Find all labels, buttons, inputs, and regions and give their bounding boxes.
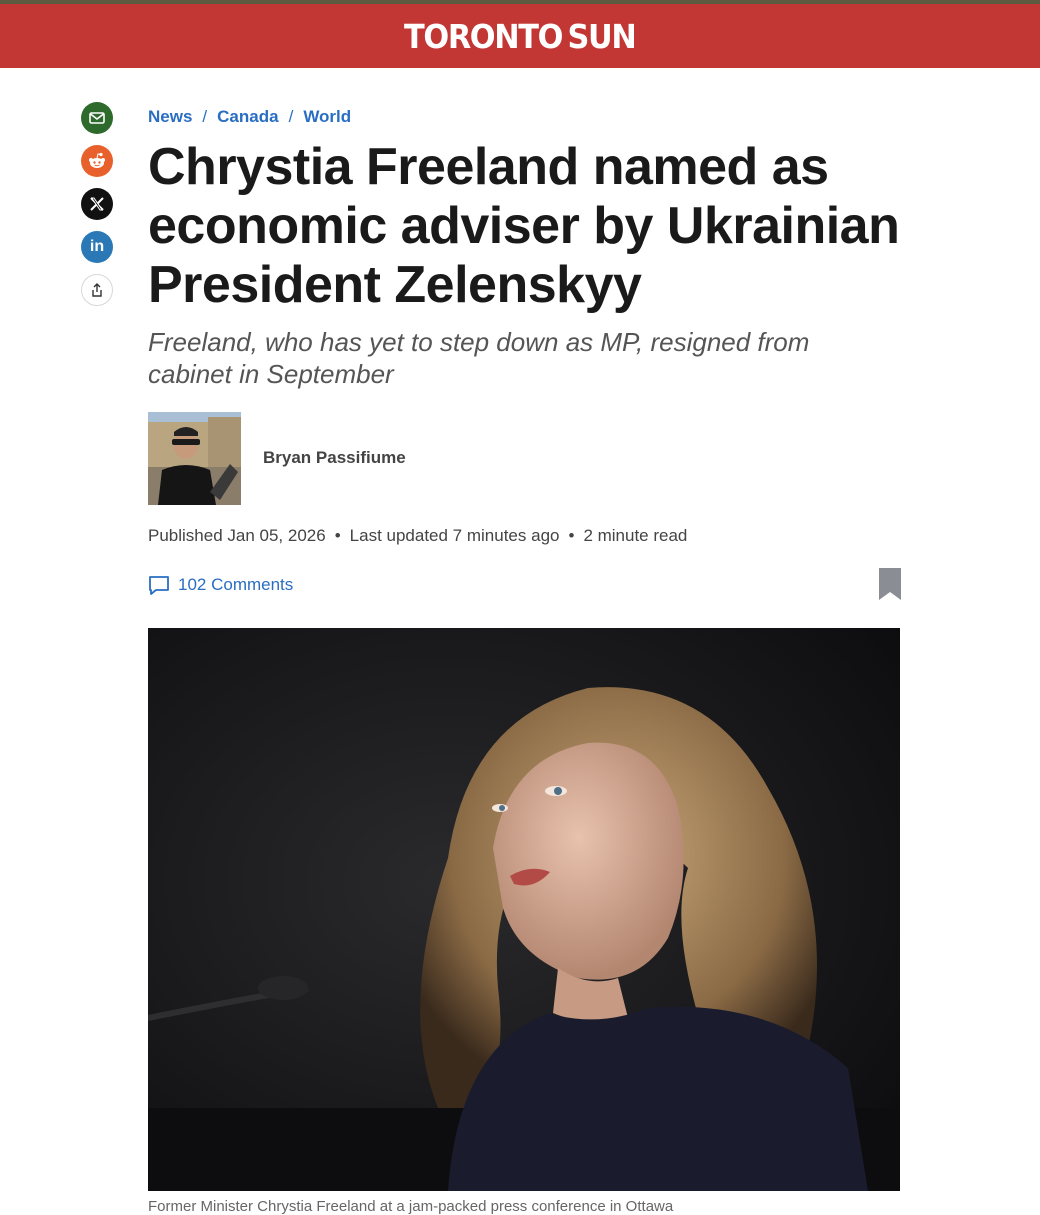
read-time: 2 minute read: [583, 526, 688, 545]
article-title: Chrystia Freeland named as economic advi…: [148, 138, 900, 314]
logo-toronto: TORONTO: [404, 16, 563, 56]
breadcrumb: News / Canada / World: [148, 107, 351, 127]
breadcrumb-canada[interactable]: Canada: [217, 107, 278, 126]
site-logo[interactable]: TORONTO SUN: [404, 16, 637, 56]
share-reddit-button[interactable]: [81, 145, 113, 177]
reddit-icon: [89, 152, 105, 168]
share-rail: in: [81, 102, 114, 317]
share-x-button[interactable]: [81, 188, 113, 220]
share-more-button[interactable]: [81, 274, 113, 306]
meta-separator: •: [334, 526, 341, 545]
article-subtitle: Freeland, who has yet to step down as MP…: [148, 327, 810, 389]
logo-sun: SUN: [567, 16, 637, 56]
x-icon: [90, 197, 104, 211]
breadcrumb-world[interactable]: World: [303, 107, 351, 126]
comment-icon: [149, 576, 169, 595]
image-caption: Former Minister Chrystia Freeland at a j…: [148, 1198, 674, 1215]
share-linkedin-button[interactable]: in: [81, 231, 113, 263]
comments-link[interactable]: 102 Comments: [148, 574, 293, 596]
share-email-button[interactable]: [81, 102, 113, 134]
meta-separator: •: [568, 526, 575, 545]
breadcrumb-separator: /: [288, 107, 294, 126]
breadcrumb-news[interactable]: News: [148, 107, 192, 126]
share-icon: [92, 283, 102, 297]
bookmark-icon: [879, 568, 901, 600]
breadcrumb-separator: /: [202, 107, 208, 126]
mail-icon: [89, 112, 105, 124]
linkedin-icon: in: [89, 238, 105, 255]
author-avatar[interactable]: [148, 412, 241, 505]
last-updated: Last updated 7 minutes ago: [349, 526, 560, 545]
bookmark-button[interactable]: [879, 568, 901, 605]
author-name[interactable]: Bryan Passifiume: [263, 448, 406, 468]
site-header: TORONTO SUN: [0, 4, 1040, 68]
article-meta: Published Jan 05, 2026 • Last updated 7 mi…: [148, 526, 687, 546]
published-date: Published Jan 05, 2026: [148, 526, 326, 545]
comments-count: 102 Comments: [178, 575, 294, 594]
hero-image: [148, 628, 900, 1191]
